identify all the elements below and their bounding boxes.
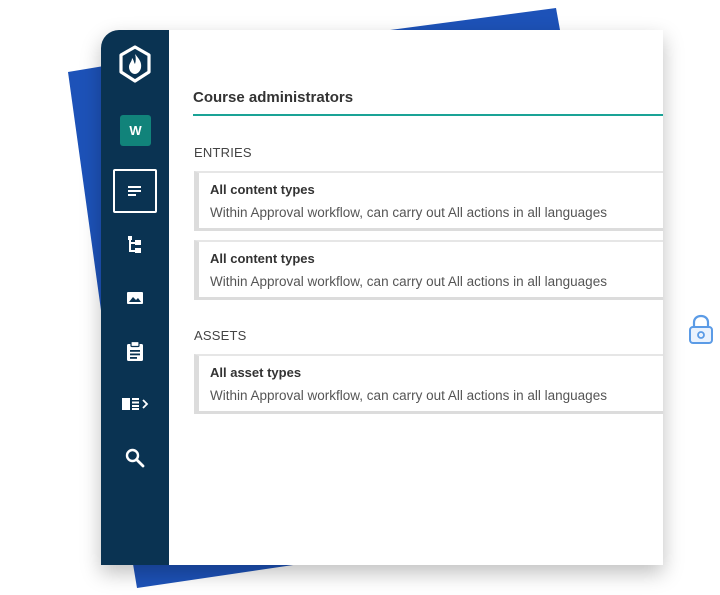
entry-card[interactable]: All content types Within Approval workfl… bbox=[194, 171, 663, 231]
title-divider bbox=[193, 114, 663, 116]
card-description: Within Approval workflow, can carry out … bbox=[210, 274, 607, 289]
tree-structure-icon bbox=[128, 236, 141, 253]
card-title: All asset types bbox=[210, 365, 302, 380]
sidebar-item-collapse[interactable] bbox=[113, 382, 157, 426]
content-list-icon bbox=[128, 186, 141, 196]
card-description: Within Approval workflow, can carry out … bbox=[210, 388, 607, 403]
image-assets-icon bbox=[127, 292, 143, 304]
flame-shield-logo-icon[interactable] bbox=[118, 45, 152, 83]
backdrop-shape-bottom bbox=[133, 564, 300, 588]
section-label-entries: ENTRIES bbox=[194, 145, 252, 160]
main-content: Course administrators ENTRIES All conten… bbox=[169, 30, 663, 565]
clipboard-icon bbox=[127, 340, 143, 361]
search-icon bbox=[125, 448, 145, 468]
card-description: Within Approval workflow, can carry out … bbox=[210, 205, 607, 220]
card-title: All content types bbox=[210, 251, 315, 266]
sidebar-item-search[interactable] bbox=[113, 436, 157, 480]
lock-icon bbox=[689, 314, 713, 344]
entry-card[interactable]: All content types Within Approval workfl… bbox=[194, 240, 663, 300]
workspace-initial: W bbox=[129, 123, 142, 138]
page-title: Course administrators bbox=[193, 89, 354, 106]
asset-card[interactable]: All asset types Within Approval workflow… bbox=[194, 354, 663, 414]
sidebar-item-assets[interactable] bbox=[113, 276, 157, 320]
sidebar: W bbox=[101, 30, 169, 565]
panel-expand-icon bbox=[122, 398, 149, 410]
backdrop-shape-left bbox=[68, 66, 104, 332]
sidebar-item-content[interactable] bbox=[113, 169, 157, 213]
app-window: W Course administrators ENTRIES All cont… bbox=[101, 30, 663, 565]
card-title: All content types bbox=[210, 182, 315, 197]
stage: W Course administrators ENTRIES All cont… bbox=[0, 0, 720, 595]
sidebar-item-tasks[interactable] bbox=[113, 329, 157, 373]
sidebar-item-structure[interactable] bbox=[113, 223, 157, 267]
workspace-badge[interactable]: W bbox=[120, 115, 151, 146]
section-label-assets: ASSETS bbox=[194, 328, 247, 343]
backdrop-shape-top bbox=[390, 8, 560, 30]
